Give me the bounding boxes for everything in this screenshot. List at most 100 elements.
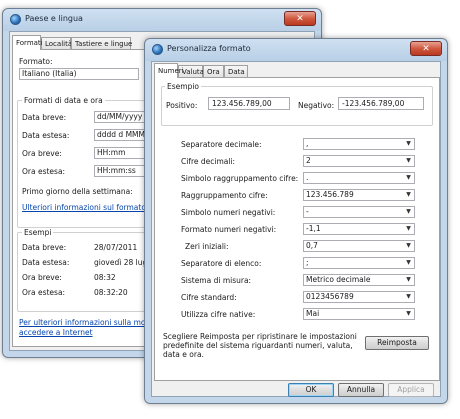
more-info-link[interactable]: Ulteriori informazioni sul formato: [22, 203, 146, 212]
example-long-time-value: 08:32:20: [94, 288, 128, 297]
positive-example-value: 123.456.789,00: [212, 99, 272, 108]
chevron-down-icon: ▼: [406, 208, 411, 215]
leading-zeros-label: Zeri iniziali:: [185, 242, 229, 251]
title-bar[interactable]: Paese e lingua ✕: [3, 9, 321, 31]
example-group: Esempio Positivo: 123.456.789,00 Negativ…: [161, 82, 433, 126]
short-time-select[interactable]: HH:mm: [94, 147, 146, 159]
short-time-value: HH:mm: [97, 148, 126, 157]
tab-numeri[interactable]: Numeri: [154, 63, 184, 78]
digit-grouping-label: Raggruppamento cifre:: [181, 191, 268, 200]
leading-zeros-select[interactable]: 0,7 ▼: [303, 240, 415, 252]
decimal-digits-label: Cifre decimali:: [181, 157, 236, 166]
ok-button[interactable]: OK: [288, 383, 334, 397]
examples-group: Esempi Data breve: 28/07/2011 Data estes…: [17, 228, 177, 312]
first-day-label: Primo giorno della settimana:: [22, 187, 133, 196]
title-bar[interactable]: Personalizza formato ✕: [145, 39, 447, 61]
list-separator-label: Separatore di elenco:: [181, 259, 262, 268]
short-date-value: dd/MM/yyyy: [97, 112, 143, 121]
long-time-value: HH:mm:ss: [97, 166, 136, 175]
decimal-digits-value: 2: [306, 156, 311, 165]
globe-icon: [10, 14, 21, 25]
chevron-down-icon: ▼: [406, 293, 411, 300]
list-separator-select[interactable]: ; ▼: [303, 257, 415, 269]
negative-example-value: -123.456.789,00: [342, 99, 405, 108]
format-select[interactable]: Italiano (Italia): [19, 68, 139, 80]
measurement-system-value: Metrico decimale: [306, 275, 371, 284]
long-date-select[interactable]: dddd d MMMM yyyy: [94, 129, 146, 141]
window-title: Paese e lingua: [25, 14, 83, 23]
list-separator-value: ;: [306, 258, 309, 267]
standard-digits-label: Cifre standard:: [181, 293, 237, 302]
chevron-down-icon: ▼: [406, 191, 411, 198]
tab-ora[interactable]: Ora: [203, 65, 224, 77]
long-date-label: Data estesa:: [22, 131, 70, 140]
chevron-down-icon: ▼: [406, 140, 411, 147]
negative-format-select[interactable]: -1,1 ▼: [303, 223, 415, 235]
window-client: Numeri Valuta Ora Data Esempio Positivo:…: [151, 61, 441, 397]
window-title: Personalizza formato: [167, 44, 251, 53]
close-button[interactable]: ✕: [410, 41, 442, 56]
example-short-date-label: Data breve:: [22, 243, 67, 252]
chevron-down-icon: ▼: [406, 310, 411, 317]
chevron-down-icon: ▼: [406, 259, 411, 266]
measurement-system-label: Sistema di misura:: [181, 276, 252, 285]
short-date-label: Data breve:: [22, 113, 67, 122]
digit-grouping-select[interactable]: 123.456.789 ▼: [303, 189, 415, 201]
format-select-value: Italiano (Italia): [22, 69, 77, 78]
long-time-select[interactable]: HH:mm:ss: [94, 165, 146, 177]
negative-sign-select[interactable]: - ▼: [303, 206, 415, 218]
negative-sign-value: -: [306, 207, 309, 216]
standard-digits-value: 0123456789: [306, 292, 354, 301]
negative-format-label: Formato numeri negativi:: [181, 225, 277, 234]
example-long-date-label: Data estesa:: [22, 258, 70, 267]
decimal-digits-select[interactable]: 2 ▼: [303, 155, 415, 167]
short-date-select[interactable]: dd/MM/yyyy: [94, 111, 146, 123]
digit-grouping-symbol-value: .: [306, 173, 309, 182]
example-short-time-label: Ora breve:: [22, 273, 62, 282]
tab-formati[interactable]: Formati: [12, 35, 43, 50]
chevron-down-icon: ▼: [406, 225, 411, 232]
native-digits-select[interactable]: Mai ▼: [303, 308, 415, 320]
digit-grouping-value: 123.456.789: [306, 190, 354, 199]
reset-button[interactable]: Reimposta: [365, 336, 429, 350]
globe-icon: [152, 44, 163, 55]
native-digits-value: Mai: [306, 309, 320, 318]
example-short-date-value: 28/07/2011: [94, 243, 138, 252]
chevron-down-icon: ▼: [406, 276, 411, 283]
chevron-down-icon: ▼: [406, 242, 411, 249]
tab-data[interactable]: Data: [224, 65, 248, 77]
decimal-separator-label: Separatore decimale:: [181, 140, 262, 149]
standard-digits-select[interactable]: 0123456789 ▼: [303, 291, 415, 303]
reset-note: Scegliere Reimposta per ripristinare le …: [163, 332, 357, 359]
digit-grouping-symbol-label: Simbolo raggruppamento cifre:: [181, 174, 299, 183]
short-time-label: Ora breve:: [22, 149, 62, 158]
close-button[interactable]: ✕: [284, 11, 316, 26]
internet-info-link-line2[interactable]: accedere a Internet: [19, 328, 93, 337]
positive-example-field: 123.456.789,00: [208, 97, 290, 110]
example-short-time-value: 08:32: [94, 273, 116, 282]
chevron-down-icon: ▼: [406, 157, 411, 164]
chevron-down-icon: ▼: [406, 174, 411, 181]
format-label: Formato:: [19, 57, 53, 66]
negative-label: Negativo:: [298, 101, 335, 110]
decimal-separator-select[interactable]: , ▼: [303, 138, 415, 150]
long-time-label: Ora estesa:: [22, 167, 66, 176]
cancel-button[interactable]: Annulla: [338, 383, 384, 397]
positive-label: Positivo:: [166, 101, 198, 110]
negative-sign-label: Simbolo numeri negativi:: [181, 208, 276, 217]
decimal-separator-value: ,: [306, 139, 309, 148]
digit-grouping-symbol-select[interactable]: . ▼: [303, 172, 415, 184]
negative-format-value: -1,1: [306, 224, 321, 233]
examples-group-title: Esempi: [22, 228, 54, 237]
long-date-value: dddd d MMMM yyyy: [97, 130, 145, 139]
tab-tastiere-lingue[interactable]: Tastiere e lingue: [71, 37, 132, 49]
negative-example-field: -123.456.789,00: [338, 97, 424, 110]
datetime-group-title: Formati di data e ora: [22, 96, 105, 105]
apply-button: Applica: [388, 383, 434, 397]
example-group-title: Esempio: [165, 82, 201, 91]
example-long-time-label: Ora estesa:: [22, 288, 66, 297]
measurement-system-select[interactable]: Metrico decimale ▼: [303, 274, 415, 286]
numeri-panel: Esempio Positivo: 123.456.789,00 Negativ…: [154, 77, 440, 381]
tab-localita[interactable]: Località: [41, 37, 72, 49]
native-digits-label: Utilizza cifre native:: [181, 310, 256, 319]
